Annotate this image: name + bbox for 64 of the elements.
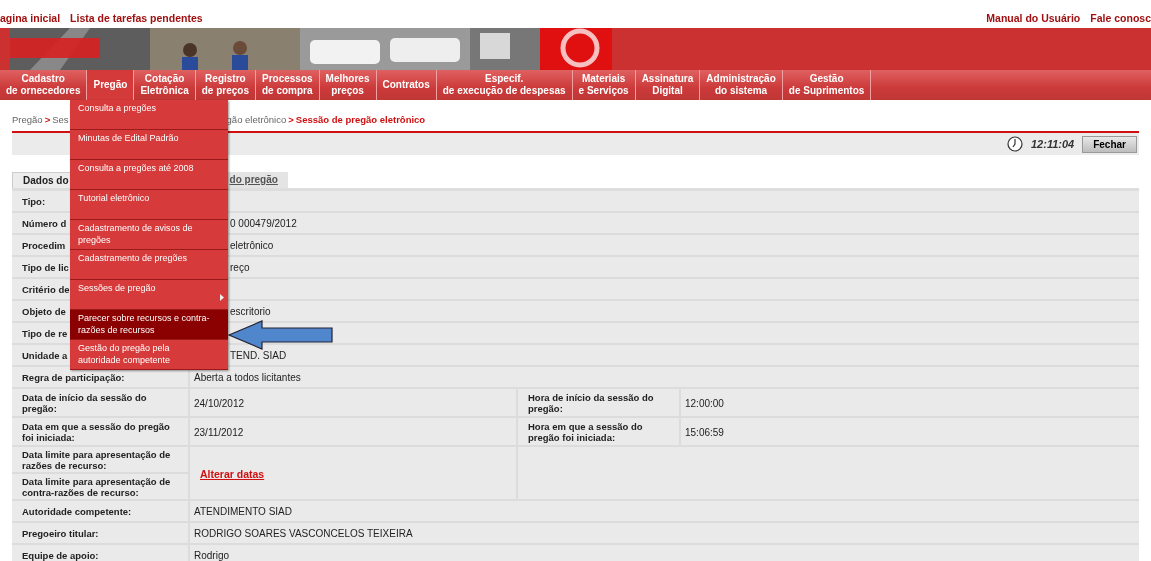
field-label: Data limite para apresentação de razões de recurso: [21, 448, 172, 472]
field-value: 24/10/2012 [194, 397, 245, 409]
menu-item[interactable]: Consulta a pregões [70, 100, 228, 130]
field-value: eletrônico [230, 240, 274, 251]
field-value: reço [230, 262, 250, 273]
breadcrumb-separator: > [288, 114, 294, 125]
arrow-icon [228, 320, 334, 350]
field-label: Unidade a [22, 350, 68, 361]
field-value: 0 000479/2012 [230, 218, 297, 229]
field-value: Aberta a todos licitantes [194, 372, 301, 383]
clock-icon [1007, 136, 1023, 152]
nav-item[interactable]: Materiais e Serviços [572, 70, 636, 100]
field-label: Tipo de re [22, 328, 68, 339]
field-label: Critério de [22, 284, 70, 295]
change-dates-link[interactable]: Alterar datas [200, 467, 265, 480]
field-label: Data limite para apresentação de contra-razões de recurso: [12, 472, 188, 499]
field-value: RODRIGO SOARES VASCONCELOS TEIXEIRA [194, 528, 413, 539]
field-value: escritorio [230, 306, 271, 317]
menu-item[interactable]: Minutas de Edital Padrão [70, 130, 228, 160]
field-value: 23/11/2012 [194, 426, 244, 438]
field-label: Objeto de [22, 306, 66, 317]
field-label: Hora em que a sessão do pregão foi iniciada: [528, 421, 644, 443]
clock-time: 12:11:04 [1031, 138, 1075, 150]
nav-item[interactable]: Gestão de Suprimentos [782, 70, 872, 100]
field-value: Rodrigo [194, 550, 230, 561]
field-value: TEND. SIAD [230, 350, 287, 361]
field-label: Equipe de apoio: [22, 550, 99, 561]
nav-item[interactable]: Assinatura Digital [635, 70, 701, 100]
menu-item[interactable]: Cadastramento de pregões [70, 250, 228, 280]
top-link[interactable]: Lista de tarefas pendentes [70, 12, 203, 24]
nav-item[interactable]: Processos de compra [256, 70, 320, 100]
nav-item[interactable]: Pregão [87, 70, 135, 100]
field-value: ATENDIMENTO SIAD [194, 506, 292, 517]
field-label: Hora de início da sessão do pregão: [528, 392, 655, 414]
field-label: Tipo de lic [22, 262, 69, 273]
field-label: Data de início da sessão do pregão: [22, 392, 148, 414]
field-label: Regra de participação: [22, 372, 125, 383]
breadcrumb-current: Sessão de pregão eletrônico [295, 114, 426, 125]
field-label: Pregoeiro titular: [22, 528, 99, 539]
field-label: Data em que a sessão do pregão foi iniciada: [22, 421, 171, 443]
breadcrumb-separator: > [44, 114, 51, 125]
breadcrumb-link[interactable]: Ses [52, 114, 69, 125]
field-label: Número d [22, 218, 67, 229]
field-label: Autoridade competente: [22, 506, 132, 517]
menu-item[interactable]: Sessões de pregão [70, 280, 228, 310]
breadcrumb-link[interactable]: Pregão [12, 114, 43, 125]
field-value: 15:06:59 [685, 426, 724, 438]
nav-item[interactable]: Administração do sistema [700, 70, 783, 100]
nav-item[interactable]: Especif. de execução de despesas [436, 70, 573, 100]
top-link[interactable]: agina inicial [0, 12, 61, 24]
field-value: 12:00:00 [685, 397, 724, 409]
menu-item[interactable]: Tutorial eletrônico [70, 190, 228, 220]
nav-item[interactable]: Melhores preços [319, 70, 377, 100]
close-button[interactable]: Fechar [1082, 135, 1137, 153]
tab[interactable]: Dados do [12, 172, 72, 188]
field-label: Procedim [22, 240, 66, 251]
menu-item[interactable]: Cadastramento de avisos de pregões [70, 220, 228, 250]
menu-item[interactable]: Consulta a pregões até 2008 [70, 160, 228, 190]
menu-item[interactable]: Gestão do pregão pela autoridade competente [70, 340, 228, 370]
top-link[interactable]: Manual do Usuário [986, 12, 1081, 24]
menu-item[interactable]: Parecer sobre recursos e contra-razões de recursos [70, 310, 228, 340]
top-link[interactable]: Fale conosc [1090, 12, 1151, 24]
nav-item[interactable]: Contratos [376, 70, 437, 100]
field-label: Tipo: [22, 196, 46, 207]
